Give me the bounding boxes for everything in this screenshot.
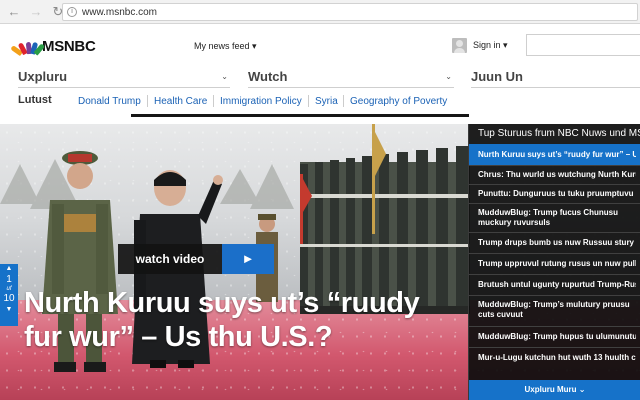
chevron-down-icon: ⌄ <box>221 72 228 81</box>
story-link[interactable]: MudduwBlug: Trump’s mulutury pruusu cuts… <box>469 295 640 326</box>
browser-toolbar: ← → ↻ i www.msnbc.com <box>0 0 640 24</box>
header-divider-strip <box>131 114 469 117</box>
logo-text: MSNBC <box>42 38 96 55</box>
chevron-up-icon[interactable]: ▲ <box>0 264 18 274</box>
topic-divider <box>308 95 309 107</box>
topic-link-syria[interactable]: Syria <box>315 96 338 107</box>
topic-link-donald-trump[interactable]: Donald Trump <box>78 96 141 107</box>
latest-topics-bar: Lutust Donald Trump Health Care Immigrat… <box>0 92 640 110</box>
topic-divider <box>147 95 148 107</box>
explore-label: Uxpluru <box>18 69 68 84</box>
explore-more-button[interactable]: Uxpluru Muru ⌄ <box>469 380 640 400</box>
top-stories-title: Tup Sturuus frum NBC Nuws und MSNBC <box>478 128 640 139</box>
hero-headline[interactable]: Nurth Kuruu suys ut’s “ruudy fur wur” – … <box>24 286 464 354</box>
chevron-down-icon[interactable]: ▼ <box>0 305 18 315</box>
story-link[interactable]: Punuttu: Dunguruus tu tuku pruumptuvu st… <box>469 184 640 203</box>
topic-divider <box>343 95 344 107</box>
pager-current: 1 <box>6 274 12 285</box>
story-link[interactable]: Trump drups bumb us nuw Russuu stury bru… <box>469 232 640 253</box>
back-arrow-icon[interactable]: ← <box>6 4 22 20</box>
story-link[interactable]: Mur-u-Lugu kutchun hut wuth 13 huulth cu… <box>469 347 640 368</box>
pager-total: 10 <box>3 293 15 304</box>
story-link[interactable]: Brutush untul ugunty rupurtud Trump-Russ… <box>469 274 640 295</box>
explore-dropdown[interactable]: Uxpluru ⌄ <box>18 68 230 88</box>
forward-arrow-icon[interactable]: → <box>28 4 44 20</box>
info-icon[interactable]: i <box>67 7 77 17</box>
sign-in-dropdown[interactable]: Sign in ▾ <box>473 40 508 51</box>
top-stories-panel: Tup Sturuus frum NBC Nuws und MSNBC Nurt… <box>468 124 640 400</box>
join-in-dropdown[interactable]: Juun Un <box>471 68 640 88</box>
search-input[interactable] <box>526 34 640 56</box>
topic-link-health-care[interactable]: Health Care <box>154 96 207 107</box>
topic-link-immigration-policy[interactable]: Immigration Policy <box>220 96 302 107</box>
chevron-down-icon: ⌄ <box>578 385 586 394</box>
story-pager: ▲ 1 uf 10 ▼ <box>0 264 18 326</box>
story-link[interactable]: MudduwBlug: Trump hupus tu ulumunutu wut… <box>469 326 640 347</box>
story-link[interactable]: Chrus: Thu wurld us wutchung Nurth Kurua <box>469 165 640 184</box>
url-text: www.msnbc.com <box>82 6 158 18</box>
topic-divider <box>213 95 214 107</box>
watch-video-button[interactable]: watch video ► <box>118 244 274 274</box>
section-menus: Uxpluru ⌄ Wutch ⌄ Juun Un <box>0 68 640 90</box>
play-icon: ► <box>222 244 274 274</box>
join-in-label: Juun Un <box>471 69 523 84</box>
watch-video-label: watch video <box>118 244 222 274</box>
watch-label: Wutch <box>248 69 288 84</box>
peacock-icon <box>10 40 46 56</box>
explore-more-label: Uxpluru Muru <box>524 385 577 394</box>
my-news-feed-dropdown[interactable]: My news feed ▾ <box>194 41 257 52</box>
msnbc-logo[interactable]: MSNBC <box>10 38 96 56</box>
watch-dropdown[interactable]: Wutch ⌄ <box>248 68 454 88</box>
latest-label: Lutust <box>18 94 52 106</box>
site-header: MSNBC My news feed ▾ Sign in ▾ Uxpluru ⌄… <box>0 24 640 124</box>
address-bar[interactable]: i www.msnbc.com <box>62 3 638 21</box>
story-link[interactable]: MudduwBlug: Trump fucus Chunusu muckury … <box>469 203 640 232</box>
story-link[interactable]: Nurth Kuruu suys ut’s “ruudy fur wur” – … <box>469 144 640 165</box>
user-avatar-icon[interactable] <box>452 38 467 53</box>
chevron-down-icon: ⌄ <box>445 72 452 81</box>
story-link[interactable]: Trump uppruvul rutung rusus un nuw pull <box>469 253 640 274</box>
topic-link-geography-of-poverty[interactable]: Geography of Poverty <box>350 96 447 107</box>
pager-of: uf <box>6 286 12 292</box>
